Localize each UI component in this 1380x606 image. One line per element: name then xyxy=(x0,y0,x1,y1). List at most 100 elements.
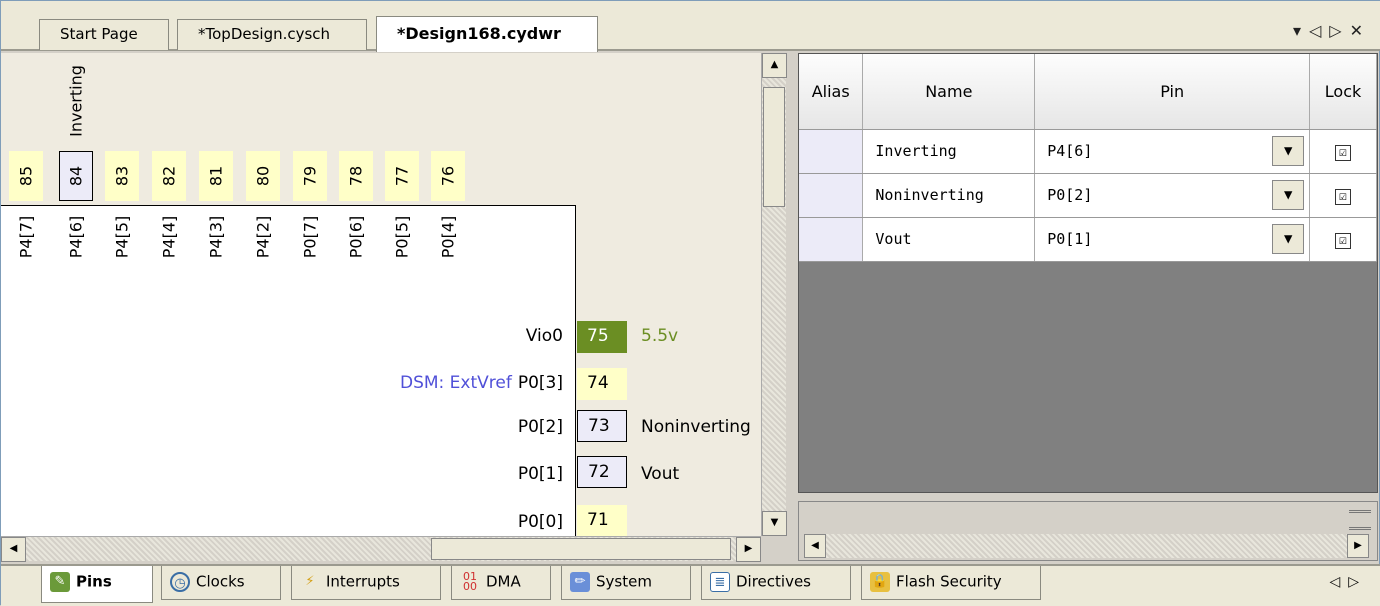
scroll-left-icon[interactable]: ◁ xyxy=(1309,21,1329,40)
pin-number[interactable]: 83 xyxy=(105,151,139,201)
pin-name: P4[5] xyxy=(112,215,132,258)
pin-number[interactable]: 80 xyxy=(246,151,280,201)
scroll-down-icon[interactable]: ▼ xyxy=(762,511,787,536)
scroll-thumb[interactable] xyxy=(763,87,785,207)
pin-name: P4[7] xyxy=(16,215,36,258)
signal-label: Vout xyxy=(641,464,680,484)
table-row[interactable]: Inverting P4[6] ▼ ☑ xyxy=(799,129,1377,174)
lock-checkbox[interactable]: ☑ xyxy=(1335,232,1352,249)
close-icon[interactable]: ✕ xyxy=(1350,21,1371,40)
alias-cell[interactable] xyxy=(799,129,864,174)
pin-number[interactable]: 76 xyxy=(431,151,465,201)
pin-number-selected[interactable]: 84 xyxy=(59,151,93,201)
alias-cell[interactable] xyxy=(799,217,864,262)
name-cell[interactable]: Noninverting xyxy=(862,173,1036,218)
table-row[interactable]: Noninverting P0[2] ▼ ☑ xyxy=(799,173,1377,218)
table-row[interactable]: Vout P0[1] ▼ ☑ xyxy=(799,217,1377,262)
lock-cell[interactable]: ☑ xyxy=(1309,217,1377,262)
pin-name: Vio0 xyxy=(525,326,563,346)
pencil-icon: ✏ xyxy=(570,572,590,592)
pin-number[interactable]: 73 xyxy=(577,410,627,442)
pins-icon: ✎ xyxy=(50,572,70,592)
tab-flash-security[interactable]: 🔒 Flash Security xyxy=(861,566,1041,600)
dropdown-arrow-icon[interactable]: ▼ xyxy=(1272,180,1305,210)
splitter-grip-icon[interactable] xyxy=(1349,510,1371,530)
prev-tab-icon[interactable]: ◁ xyxy=(1329,574,1348,590)
voltage-label: 5.5v xyxy=(641,326,679,346)
name-cell[interactable]: Vout xyxy=(862,217,1036,262)
scroll-corner xyxy=(761,536,786,561)
lightning-icon: ⚡ xyxy=(305,574,315,589)
pin-number[interactable]: 71 xyxy=(577,505,627,536)
scroll-right-icon[interactable]: ▶ xyxy=(1347,534,1369,558)
dropdown-arrow-icon[interactable]: ▼ xyxy=(1272,224,1305,254)
pin-cell[interactable]: P4[6] ▼ xyxy=(1034,129,1311,174)
pin-assignment-table: Alias Name Pin Lock Inverting P4[6] ▼ ☑ N… xyxy=(799,54,1377,262)
tab-topdesign[interactable]: *TopDesign.cysch xyxy=(177,19,367,50)
signal-label: Noninverting xyxy=(641,417,751,437)
editor-window: Start Page *TopDesign.cysch *Design168.c… xyxy=(0,0,1380,606)
next-tab-icon[interactable]: ▷ xyxy=(1348,574,1367,590)
diagram-vertical-scrollbar[interactable]: ▲ ▼ xyxy=(761,53,787,536)
tab-label: Flash Security xyxy=(896,572,1002,591)
name-cell[interactable]: Inverting xyxy=(862,129,1036,174)
dropdown-icon[interactable]: ▾ xyxy=(1293,21,1309,40)
pin-number[interactable]: 82 xyxy=(152,151,186,201)
pin-cell[interactable]: P0[1] ▼ xyxy=(1034,217,1311,262)
pin-name: P0[4] xyxy=(438,215,458,258)
tab-start-page[interactable]: Start Page xyxy=(39,19,169,50)
tab-pins[interactable]: ✎ Pins xyxy=(41,566,153,603)
tab-interrupts[interactable]: ⚡ Interrupts xyxy=(291,566,441,600)
pin-number[interactable]: 74 xyxy=(577,368,627,400)
tab-label: Clocks xyxy=(196,572,245,591)
column-header-lock[interactable]: Lock xyxy=(1309,54,1377,130)
scroll-right-icon[interactable]: ▷ xyxy=(1329,21,1349,40)
bottom-tab-nav: ◁▷ xyxy=(1329,574,1367,590)
document-icon: ≣ xyxy=(710,572,730,592)
pin-number[interactable]: 85 xyxy=(9,151,43,201)
tab-clocks[interactable]: ◷ Clocks xyxy=(161,566,281,600)
scroll-right-icon[interactable]: ▶ xyxy=(736,537,761,562)
tab-design168[interactable]: *Design168.cydwr xyxy=(376,16,598,52)
scroll-left-icon[interactable]: ◀ xyxy=(1,537,26,562)
pin-number[interactable]: 81 xyxy=(199,151,233,201)
tab-label: *Design168.cydwr xyxy=(397,24,561,43)
pin-name: P0[1] xyxy=(517,464,563,484)
lock-cell[interactable]: ☑ xyxy=(1309,129,1377,174)
pin-number[interactable]: 78 xyxy=(339,151,373,201)
pin-cell[interactable]: P0[2] ▼ xyxy=(1034,173,1311,218)
lock-cell[interactable]: ☑ xyxy=(1309,173,1377,218)
scroll-thumb[interactable] xyxy=(431,538,731,560)
pin-number[interactable]: 79 xyxy=(293,151,327,201)
tab-dma[interactable]: 01 00 DMA xyxy=(451,566,551,600)
tab-label: Start Page xyxy=(60,25,138,43)
pin-diagram: Inverting 85 84 83 82 81 80 79 78 77 76 … xyxy=(1,53,761,536)
clock-icon: ◷ xyxy=(170,572,190,592)
tab-directives[interactable]: ≣ Directives xyxy=(701,566,851,600)
dma-icon: 01 00 xyxy=(463,570,477,593)
diagram-horizontal-scrollbar[interactable]: ◀ ▶ xyxy=(1,536,761,562)
tab-label: Interrupts xyxy=(326,572,400,591)
tab-system[interactable]: ✏ System xyxy=(561,566,691,600)
column-header-pin[interactable]: Pin xyxy=(1034,54,1311,130)
pin-number[interactable]: 72 xyxy=(577,456,627,488)
column-header-name[interactable]: Name xyxy=(862,54,1036,130)
pin-function-label: DSM: ExtVref xyxy=(400,373,512,393)
scroll-left-icon[interactable]: ◀ xyxy=(804,534,826,558)
lock-checkbox[interactable]: ☑ xyxy=(1335,188,1352,205)
pin-name: P4[4] xyxy=(159,215,179,258)
pin-name: P0[7] xyxy=(300,215,320,258)
pin-name: DSM: ExtVref P0[3] xyxy=(400,373,563,393)
alias-cell[interactable] xyxy=(799,173,864,218)
dropdown-arrow-icon[interactable]: ▼ xyxy=(1272,136,1305,166)
lock-checkbox[interactable]: ☑ xyxy=(1335,144,1352,161)
scroll-up-icon[interactable]: ▲ xyxy=(762,53,787,78)
lock-icon: 🔒 xyxy=(870,572,890,592)
tab-label: System xyxy=(596,572,652,591)
table-horizontal-scrollbar[interactable]: ◀ ▶ xyxy=(804,534,1369,558)
tab-label: Directives xyxy=(736,572,811,591)
column-header-alias[interactable]: Alias xyxy=(799,54,864,130)
pin-signal-label-inverting: Inverting xyxy=(66,65,86,137)
pin-number-vio[interactable]: 75 xyxy=(577,321,627,353)
pin-number[interactable]: 77 xyxy=(385,151,419,201)
